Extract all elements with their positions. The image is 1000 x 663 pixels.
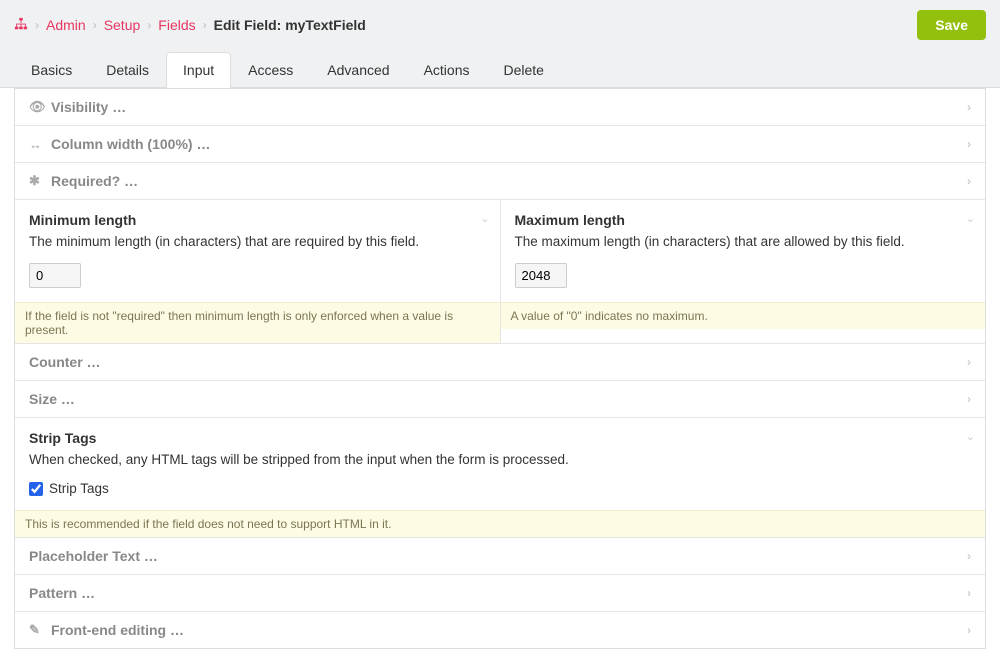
chevron-right-icon: › <box>967 355 971 369</box>
save-button[interactable]: Save <box>917 10 986 40</box>
edit-icon: ✎ <box>29 622 43 638</box>
section-counter[interactable]: Counter … › <box>15 344 985 380</box>
section-min-length: Minimum length The minimum length (in ch… <box>15 200 501 343</box>
chevron-right-icon: › <box>967 137 971 151</box>
section-label: Column width (100%) … <box>51 136 210 152</box>
section-size[interactable]: Size … › <box>15 381 985 417</box>
max-length-title: Maximum length <box>515 212 972 228</box>
section-label: Pattern … <box>29 585 95 601</box>
strip-tags-checkbox-label: Strip Tags <box>49 481 109 496</box>
min-length-input[interactable] <box>29 263 81 288</box>
chevron-right-icon: › <box>967 549 971 563</box>
eye-icon: 👁 <box>29 99 43 115</box>
min-length-title: Minimum length <box>29 212 486 228</box>
tab-access[interactable]: Access <box>231 52 310 87</box>
section-label: Size … <box>29 391 75 407</box>
arrows-h-icon: ↔ <box>29 137 43 152</box>
min-length-desc: The minimum length (in characters) that … <box>29 234 486 249</box>
max-length-hint: A value of "0" indicates no maximum. <box>501 302 986 329</box>
section-pattern[interactable]: Pattern … › <box>15 575 985 611</box>
breadcrumb-current: Edit Field: myTextField <box>214 17 366 33</box>
tab-delete[interactable]: Delete <box>487 52 561 87</box>
min-length-hint: If the field is not "required" then mini… <box>15 302 500 343</box>
chevron-right-icon: › <box>203 18 207 32</box>
section-label: Counter … <box>29 354 101 370</box>
chevron-right-icon: › <box>967 392 971 406</box>
section-visibility[interactable]: 👁 Visibility … › <box>15 89 985 125</box>
tab-bar: Basics Details Input Access Advanced Act… <box>14 52 986 87</box>
breadcrumb-setup[interactable]: Setup <box>104 17 141 33</box>
max-length-desc: The maximum length (in characters) that … <box>515 234 972 249</box>
chevron-right-icon: › <box>147 18 151 32</box>
tab-basics[interactable]: Basics <box>14 52 89 87</box>
breadcrumb-home-icon[interactable] <box>14 17 28 34</box>
strip-tags-hint: This is recommended if the field does no… <box>15 510 985 537</box>
chevron-right-icon: › <box>967 100 971 114</box>
section-label: Placeholder Text … <box>29 548 158 564</box>
sitemap-icon <box>14 17 28 31</box>
section-strip-tags: Strip Tags When checked, any HTML tags w… <box>15 418 985 537</box>
collapse-icon[interactable]: ⌄ <box>480 212 489 225</box>
section-front-end-editing[interactable]: ✎ Front-end editing … › <box>15 612 985 648</box>
collapse-icon[interactable]: ⌄ <box>966 212 975 225</box>
max-length-input[interactable] <box>515 263 567 288</box>
chevron-right-icon: › <box>93 18 97 32</box>
breadcrumb: › Admin › Setup › Fields › Edit Field: m… <box>14 17 366 34</box>
section-label: Front-end editing … <box>51 622 184 638</box>
tab-details[interactable]: Details <box>89 52 166 87</box>
section-required[interactable]: ✱ Required? … › <box>15 163 985 199</box>
section-placeholder[interactable]: Placeholder Text … › <box>15 538 985 574</box>
strip-tags-title: Strip Tags <box>29 430 971 446</box>
section-column-width[interactable]: ↔ Column width (100%) … › <box>15 126 985 162</box>
tab-actions[interactable]: Actions <box>407 52 487 87</box>
tab-advanced[interactable]: Advanced <box>310 52 406 87</box>
chevron-right-icon: › <box>967 174 971 188</box>
breadcrumb-admin[interactable]: Admin <box>46 17 86 33</box>
settings-panel: 👁 Visibility … › ↔ Column width (100%) …… <box>14 88 986 649</box>
chevron-right-icon: › <box>967 623 971 637</box>
asterisk-icon: ✱ <box>29 173 43 189</box>
strip-tags-checkbox[interactable] <box>29 482 43 496</box>
tab-input[interactable]: Input <box>166 52 231 88</box>
strip-tags-desc: When checked, any HTML tags will be stri… <box>29 452 971 467</box>
chevron-right-icon: › <box>35 18 39 32</box>
section-max-length: Maximum length The maximum length (in ch… <box>501 200 986 343</box>
page-header: › Admin › Setup › Fields › Edit Field: m… <box>0 0 1000 88</box>
section-label: Visibility … <box>51 99 126 115</box>
collapse-icon[interactable]: ⌄ <box>966 430 975 443</box>
section-label: Required? … <box>51 173 138 189</box>
chevron-right-icon: › <box>967 586 971 600</box>
breadcrumb-fields[interactable]: Fields <box>158 17 195 33</box>
